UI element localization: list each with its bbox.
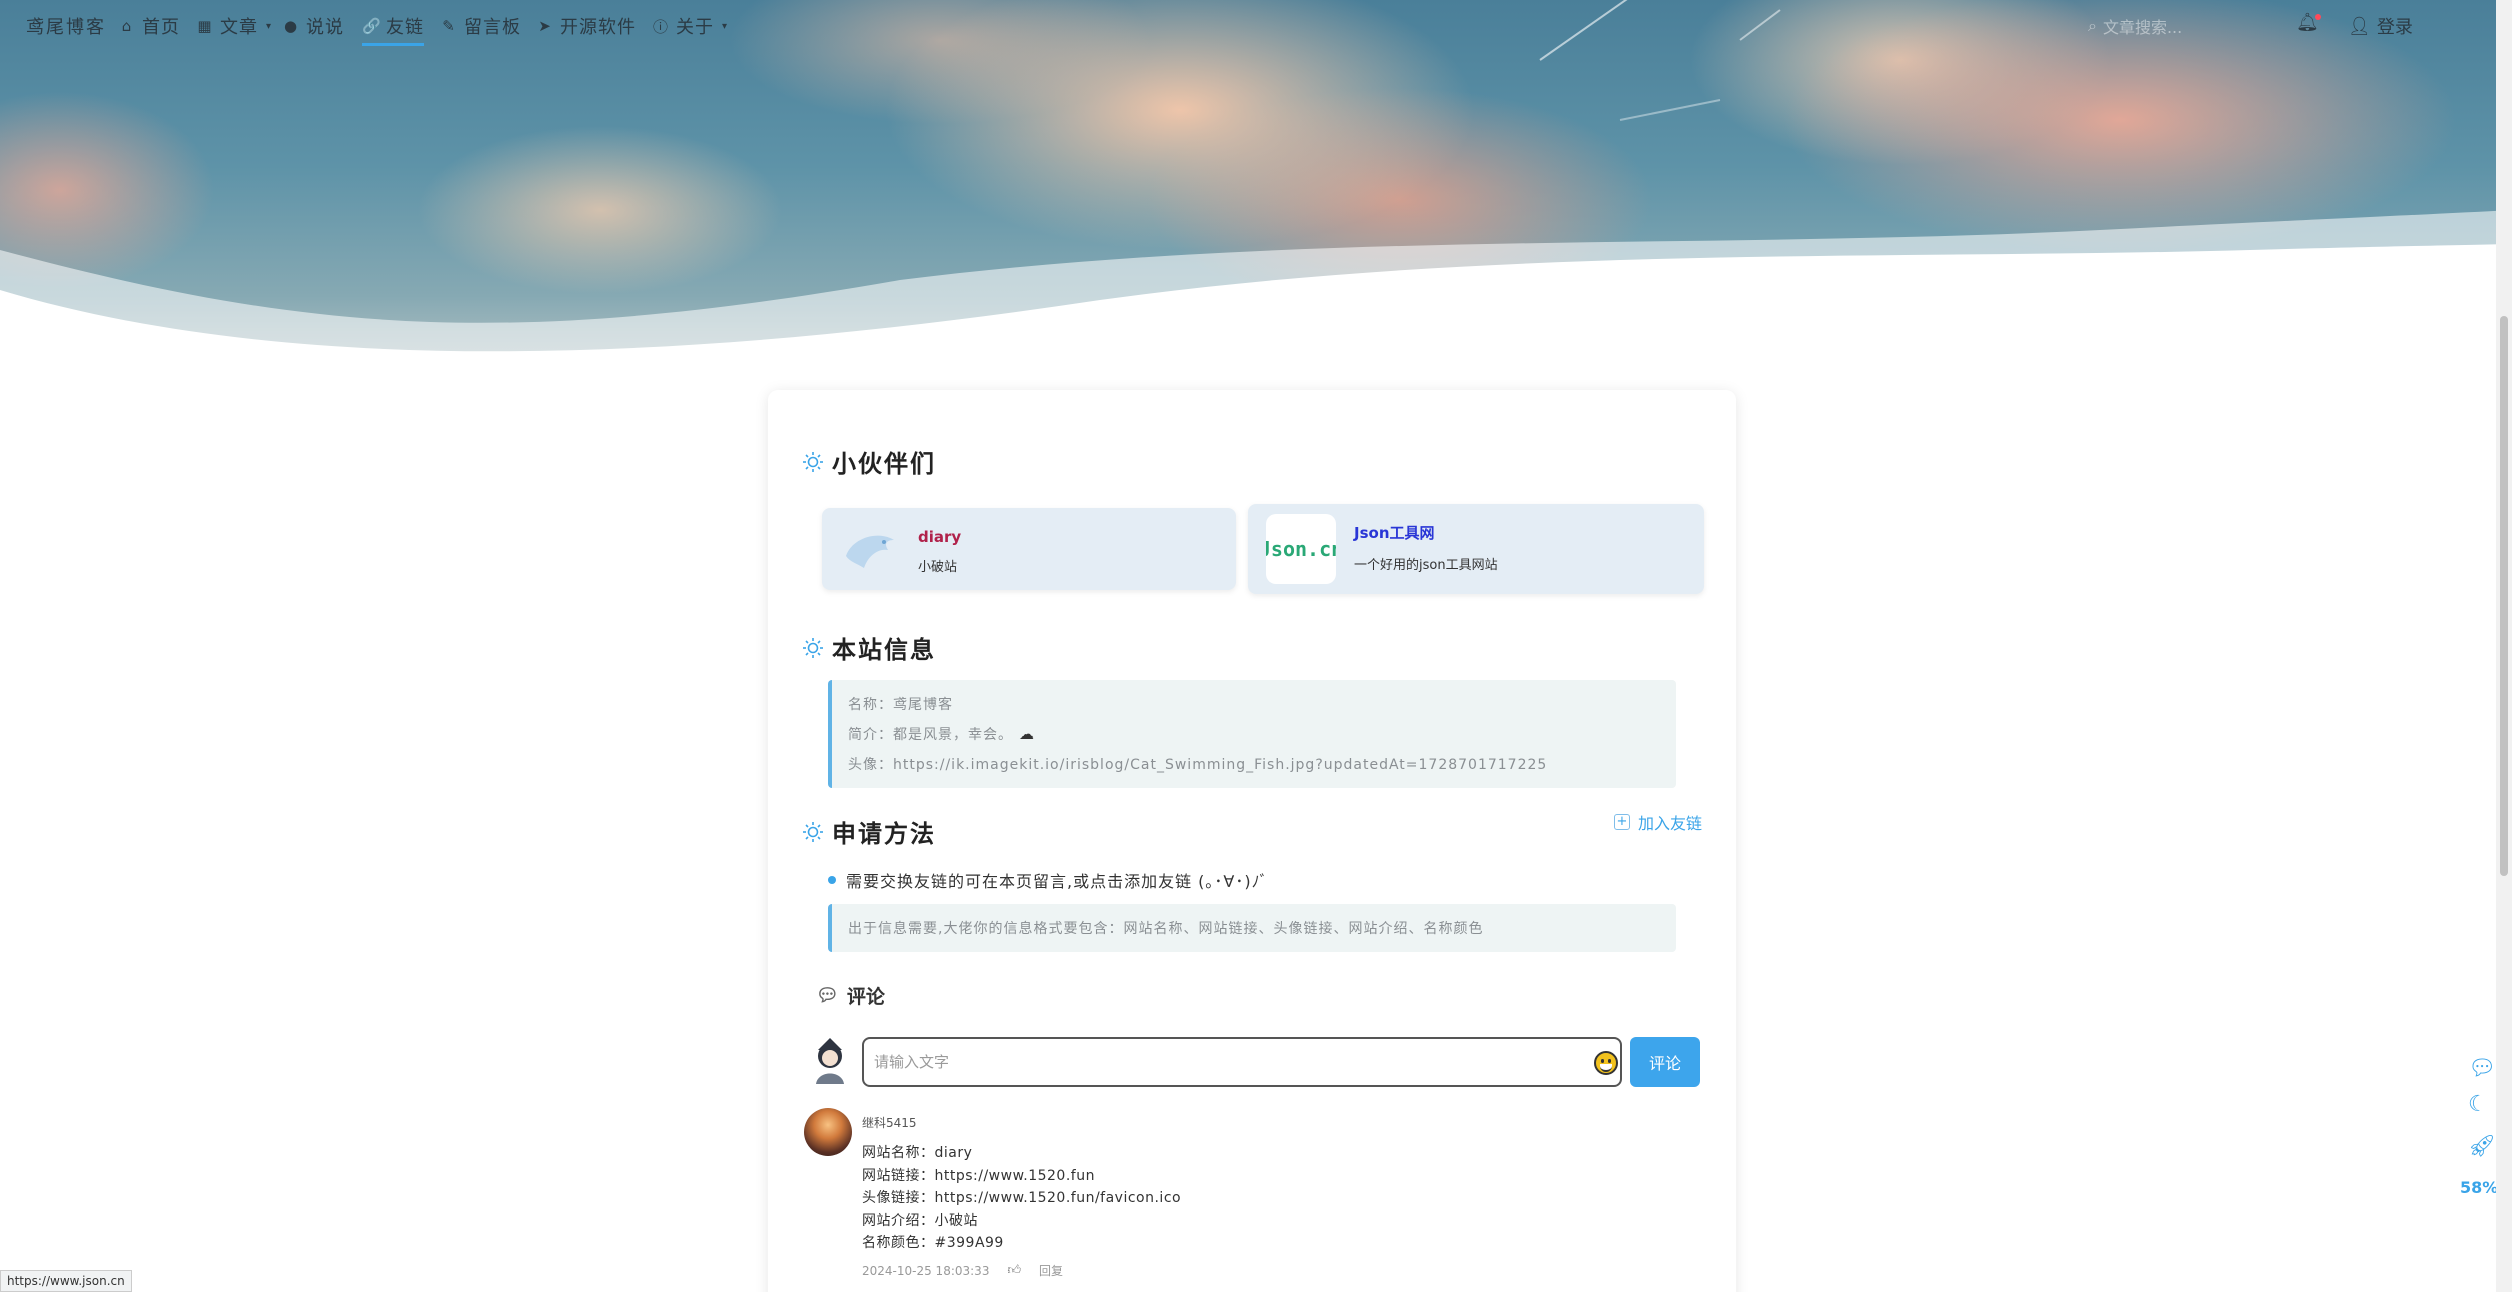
friends-title-text: 小伙伴们 — [832, 450, 936, 478]
status-url: https://www.json.cn — [0, 1270, 132, 1292]
join-friends-button[interactable]: + 加入友链 — [1614, 810, 1702, 834]
hero-wave — [0, 0, 2512, 370]
site-intro-text: 简介：都是风景，幸会。 — [848, 727, 1013, 743]
send-icon: ➤ — [538, 17, 552, 35]
comment-meta: 2024-10-25 18:03:33 👍︎ 回复 — [862, 1262, 1063, 1279]
nav-about[interactable]: ⓘ 关于 ▾ — [652, 13, 728, 39]
apply-title-text: 申请方法 — [832, 820, 936, 848]
comment-bubble-icon: 💬︎ — [816, 985, 839, 1006]
comments-title-text: 评论 — [846, 986, 885, 1008]
sun-icon — [803, 637, 823, 658]
notification-button[interactable]: 🔔︎ — [2296, 12, 2321, 33]
moon-icon[interactable]: ☾ — [2468, 1092, 2488, 1117]
nav-guestbook-label: 留言板 — [464, 17, 521, 38]
apply-title: 申请方法 — [802, 814, 936, 849]
cloud-icon: ☁︎ — [1019, 725, 1035, 743]
comment-line: 网站链接：https://www.1520.fun — [862, 1168, 1095, 1184]
hero-banner — [0, 0, 2512, 370]
friend-desc: 小破站 — [918, 560, 958, 575]
login-button[interactable]: 👤︎ 登录 — [2348, 13, 2413, 39]
friend-card-json[interactable]: Json.cn Json工具网 一个好用的json工具网站 — [1248, 504, 1704, 594]
join-label: 加入友链 — [1638, 814, 1703, 833]
friend-name: diary — [918, 528, 962, 546]
friend-desc: 一个好用的json工具网站 — [1354, 558, 1498, 573]
site-intro-line: 简介：都是风景，幸会。 ☁︎ — [848, 724, 1035, 744]
nav-articles[interactable]: ▦ 文章 ▾ — [196, 13, 272, 39]
comment-bubble-icon[interactable]: 💬︎ — [2468, 1056, 2496, 1081]
plus-icon: + — [1614, 814, 1630, 830]
apply-note-text: 出于信息需要,大佬你的信息格式要包含：网站名称、网站链接、头像链接、网站介绍、名… — [848, 921, 1484, 937]
comment-time: 2024-10-25 18:03:33 — [862, 1263, 990, 1278]
comment-line: 头像链接：https://www.1520.fun/favicon.ico — [862, 1190, 1182, 1206]
friend-name: Json工具网 — [1354, 524, 1435, 542]
site-info-block: 名称：鸢尾博客 简介：都是风景，幸会。 ☁︎ 头像：https://ik.ima… — [828, 680, 1676, 788]
site-avatar-line: 头像：https://ik.imagekit.io/irisblog/Cat_S… — [848, 757, 1548, 773]
chat-icon: ● — [283, 17, 299, 35]
comment-line: 网站介绍：小破站 — [862, 1213, 978, 1229]
bullet-dot — [828, 876, 836, 884]
link-icon: 🔗 — [362, 17, 382, 35]
top-nav: 鸢尾博客 ⌂ 首页 ▦ 文章 ▾ ● 说说 🔗 友链 ✎ 留言板 ➤ 开源软件 … — [0, 0, 2512, 50]
rocket-icon[interactable]: 🚀︎ — [2468, 1134, 2496, 1159]
commenter-name[interactable]: 继科5415 — [862, 1114, 917, 1131]
message-board-icon: ✎ — [442, 17, 456, 35]
info-icon: ⓘ — [652, 17, 669, 36]
nav-talks-label: 说说 — [306, 17, 344, 38]
scroll-percent[interactable]: 58% — [2460, 1178, 2498, 1197]
nav-opensource[interactable]: ➤ 开源软件 — [536, 13, 636, 39]
sun-icon — [803, 821, 823, 842]
comments-title: 💬︎ 评论 — [816, 982, 885, 1009]
chevron-down-icon: ▾ — [722, 20, 729, 32]
grid-icon: ▦ — [197, 17, 213, 35]
nav-opensource-label: 开源软件 — [560, 17, 636, 38]
nav-friends-label: 友链 — [386, 17, 424, 38]
site-info-title: 本站信息 — [802, 630, 936, 665]
apply-note-block: 出于信息需要,大佬你的信息格式要包含：网站名称、网站链接、头像链接、网站介绍、名… — [828, 904, 1676, 952]
apply-bullet-text: 需要交换友链的可在本页留言,或点击添加友链 (｡･∀･)ﾉﾞ — [846, 872, 1269, 891]
page-scrollbar[interactable] — [2496, 0, 2512, 1292]
comment-submit-button[interactable]: 评论 — [1630, 1037, 1700, 1087]
site-name-line: 名称：鸢尾博客 — [848, 697, 953, 713]
search-placeholder: 文章搜索... — [2102, 18, 2183, 37]
search-icon: ⌕ — [2088, 16, 2097, 35]
brand-title[interactable]: 鸢尾博客 — [26, 13, 106, 39]
json-logo: Json.cn — [1266, 514, 1336, 584]
chevron-down-icon: ▾ — [266, 20, 273, 32]
nav-friends[interactable]: 🔗 友链 — [362, 13, 424, 46]
commenter-avatar[interactable] — [804, 1108, 852, 1156]
notification-dot — [2314, 14, 2321, 20]
nav-about-label: 关于 — [676, 17, 714, 38]
sun-icon — [803, 451, 823, 472]
dolphin-icon — [846, 535, 894, 568]
search-input[interactable]: ⌕ 文章搜索... — [2088, 14, 2182, 38]
login-label: 登录 — [2376, 17, 2413, 38]
nav-articles-label: 文章 — [220, 17, 258, 38]
nav-talks[interactable]: ● 说说 — [282, 13, 344, 39]
apply-bullet: 需要交换友链的可在本页留言,或点击添加友链 (｡･∀･)ﾉﾞ — [828, 868, 1269, 892]
scrollbar-thumb[interactable] — [2500, 316, 2508, 876]
friend-avatar — [838, 516, 906, 584]
reply-button[interactable]: 回复 — [1039, 1262, 1063, 1279]
friend-card-diary[interactable]: diary 小破站 — [822, 508, 1236, 590]
user-icon: 👤︎ — [2348, 15, 2371, 37]
site-info-title-text: 本站信息 — [832, 636, 936, 664]
home-icon: ⌂ — [121, 17, 133, 35]
nav-guestbook[interactable]: ✎ 留言板 — [440, 13, 521, 39]
nav-home-label: 首页 — [142, 17, 180, 38]
comment-line: 名称颜色：#399A99 — [862, 1235, 1004, 1251]
friends-section-title: 小伙伴们 — [802, 444, 936, 479]
comment-line: 网站名称：diary — [862, 1145, 973, 1161]
comment-input[interactable]: 请输入文字 — [862, 1037, 1622, 1087]
current-user-avatar — [816, 1038, 844, 1084]
thumbs-up-icon[interactable]: 👍︎ — [1007, 1263, 1021, 1278]
emoji-picker-icon[interactable] — [1594, 1051, 1618, 1075]
nav-home[interactable]: ⌂ 首页 — [118, 13, 180, 39]
